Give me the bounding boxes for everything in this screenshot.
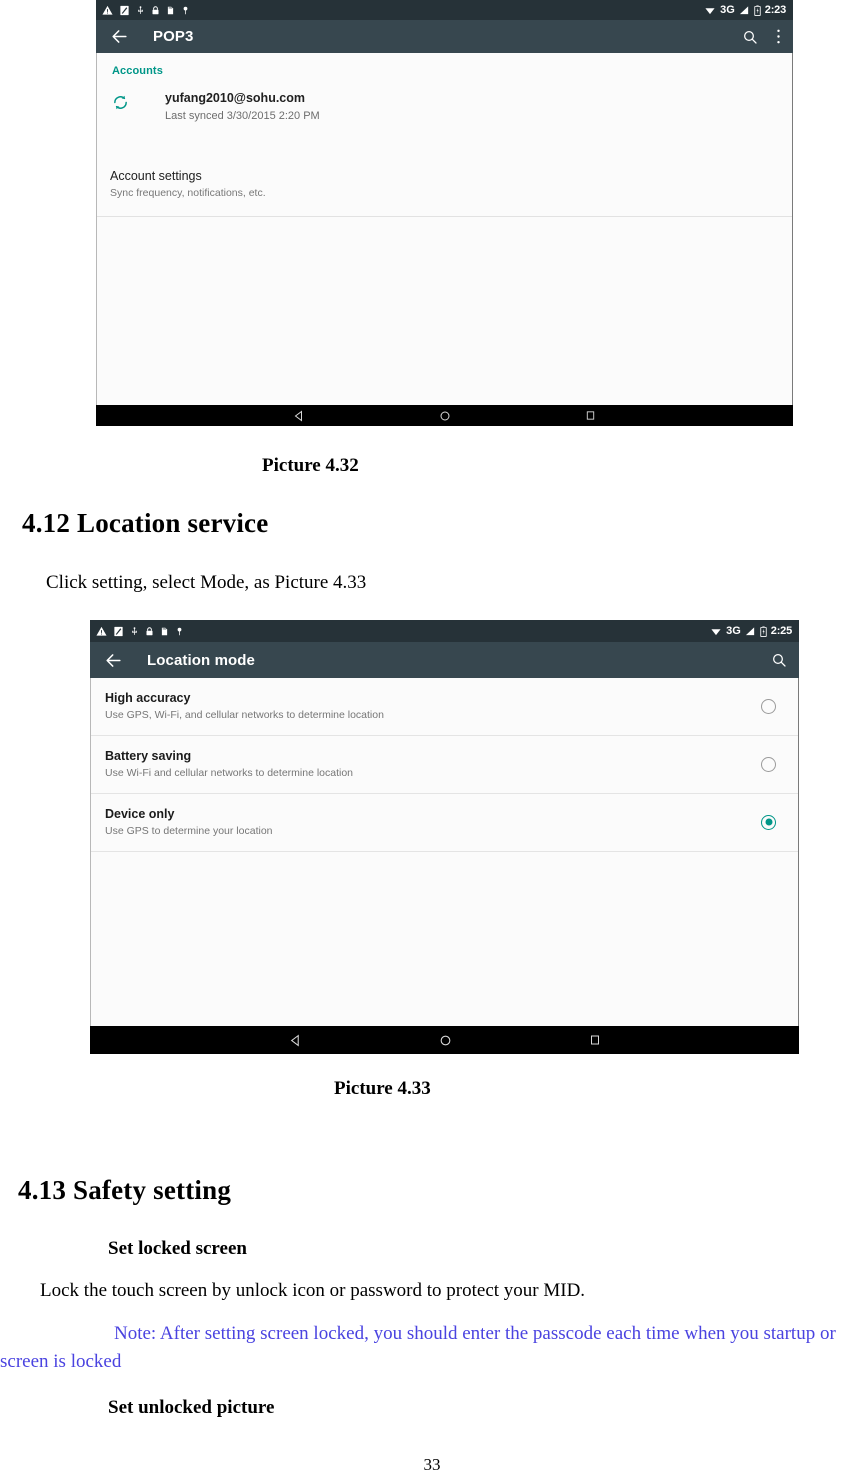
app-bar-title: POP3 (153, 28, 194, 45)
warning-triangle-icon (96, 626, 107, 636)
signal-bars-icon (745, 626, 754, 635)
sync-icon (112, 91, 132, 116)
note-passcode: Note: After setting screen locked, you s… (0, 1323, 836, 1372)
option-title: Battery saving (105, 748, 192, 763)
caption-picture-433: Picture 4.33 (334, 1078, 431, 1099)
radio-button-battery-saving[interactable] (761, 756, 776, 772)
radio-button-device-only[interactable] (761, 814, 776, 830)
heading-4-12: 4.12 Location service (22, 508, 269, 538)
divider (97, 216, 792, 218)
option-subtitle: Use GPS, Wi-Fi, and cellular networks to… (105, 709, 384, 722)
account-settings-subtitle: Sync frequency, notifications, etc. (110, 186, 266, 199)
search-icon[interactable] (771, 652, 787, 668)
status-bar-right-icons: 3G 2:23 (704, 3, 786, 16)
accounts-section-label: Accounts (112, 65, 163, 77)
account-row[interactable]: yufang2010@sohu.com Last synced 3/30/201… (97, 77, 792, 123)
app-bar-actions (742, 28, 781, 45)
app-bar-actions (771, 652, 787, 668)
location-option-text: Battery saving Use Wi-Fi and cellular ne… (105, 748, 353, 781)
app-bar-location-mode: Location mode (90, 642, 799, 678)
app-bar-pop3: POP3 (96, 20, 793, 53)
option-subtitle: Use Wi-Fi and cellular networks to deter… (105, 767, 354, 780)
account-settings-row[interactable]: Account settings Sync frequency, notific… (97, 123, 792, 200)
app-bar-title: Location mode (147, 651, 255, 669)
option-title: Device only (105, 806, 175, 821)
sdcard-icon (161, 627, 168, 635)
status-bar-right-icons: 3G 2:25 (710, 624, 792, 637)
subheading-set-unlocked-picture: Set unlocked picture (108, 1397, 275, 1418)
battery-icon (754, 4, 761, 16)
network-type-label: 3G (726, 624, 741, 637)
location-option-text: High accuracy Use GPS, Wi-Fi, and cellul… (105, 690, 384, 723)
account-settings-title: Account settings (110, 169, 202, 184)
option-subtitle: Use GPS to determine your location (105, 825, 273, 838)
account-last-synced: Last synced 3/30/2015 2:20 PM (165, 109, 320, 122)
location-option-text: Device only Use GPS to determine your lo… (105, 806, 273, 839)
nav-bar (96, 405, 793, 426)
caption-picture-432: Picture 4.32 (262, 455, 359, 476)
accounts-content: Accounts yufang2010@sohu.com Last synced… (96, 53, 793, 405)
radio-button-high-accuracy[interactable] (761, 698, 776, 714)
nav-back-triangle-icon[interactable] (293, 410, 305, 422)
location-pin-icon (177, 627, 182, 635)
nav-bar (90, 1026, 799, 1054)
page-number: 33 (423, 1455, 441, 1474)
location-option-high-accuracy[interactable]: High accuracy Use GPS, Wi-Fi, and cellul… (91, 678, 798, 736)
network-type-label: 3G (720, 3, 735, 16)
screenshot-pop3-accounts: 3G 2:23 POP3 Accounts yufang2010@sohu.co… (96, 0, 793, 426)
location-option-battery-saving[interactable]: Battery saving Use Wi-Fi and cellular ne… (91, 736, 798, 794)
warning-triangle-icon (102, 5, 113, 15)
paragraph-lock-touch-screen: Lock the touch screen by unlock icon or … (40, 1280, 586, 1301)
lock-icon (152, 5, 159, 14)
status-bar: 3G 2:23 (96, 0, 793, 20)
nav-home-circle-icon[interactable] (439, 410, 451, 422)
status-bar-left-icons (102, 5, 704, 16)
signal-bars-icon (739, 5, 748, 14)
usb-icon (132, 626, 137, 635)
search-icon[interactable] (742, 29, 758, 45)
location-pin-icon (183, 6, 188, 14)
back-arrow-icon[interactable] (110, 27, 129, 46)
location-mode-list: High accuracy Use GPS, Wi-Fi, and cellul… (90, 678, 799, 1026)
usb-icon (138, 5, 143, 14)
location-option-device-only[interactable]: Device only Use GPS to determine your lo… (91, 794, 798, 852)
nav-recents-square-icon[interactable] (585, 410, 596, 421)
nav-home-circle-icon[interactable] (439, 1034, 452, 1047)
status-bar-clock: 2:25 (770, 624, 792, 637)
battery-icon (760, 625, 767, 637)
nav-recents-square-icon[interactable] (589, 1034, 601, 1046)
option-title: High accuracy (105, 691, 191, 705)
status-bar: 3G 2:25 (90, 620, 799, 642)
status-bar-left-icons (96, 626, 710, 637)
wifi-icon (711, 628, 721, 635)
status-bar-clock: 2:23 (764, 3, 786, 16)
nav-back-triangle-icon[interactable] (289, 1034, 302, 1047)
paragraph-4-12: Click setting, select Mode, as Picture 4… (46, 572, 367, 593)
more-vertical-icon[interactable] (776, 28, 781, 45)
subheading-set-locked-screen: Set locked screen (108, 1238, 247, 1259)
account-text-block: yufang2010@sohu.com Last synced 3/30/201… (165, 91, 320, 123)
screenshot-location-mode: 3G 2:25 Location mode High accuracy Use … (90, 620, 799, 1054)
screenshot-icon (120, 5, 129, 15)
sdcard-icon (167, 6, 174, 14)
lock-icon (146, 626, 153, 635)
account-email: yufang2010@sohu.com (165, 91, 306, 105)
wifi-icon (705, 7, 715, 14)
back-arrow-icon[interactable] (104, 651, 123, 670)
heading-4-13: 4.13 Safety setting (18, 1175, 232, 1205)
screenshot-icon (114, 626, 123, 636)
